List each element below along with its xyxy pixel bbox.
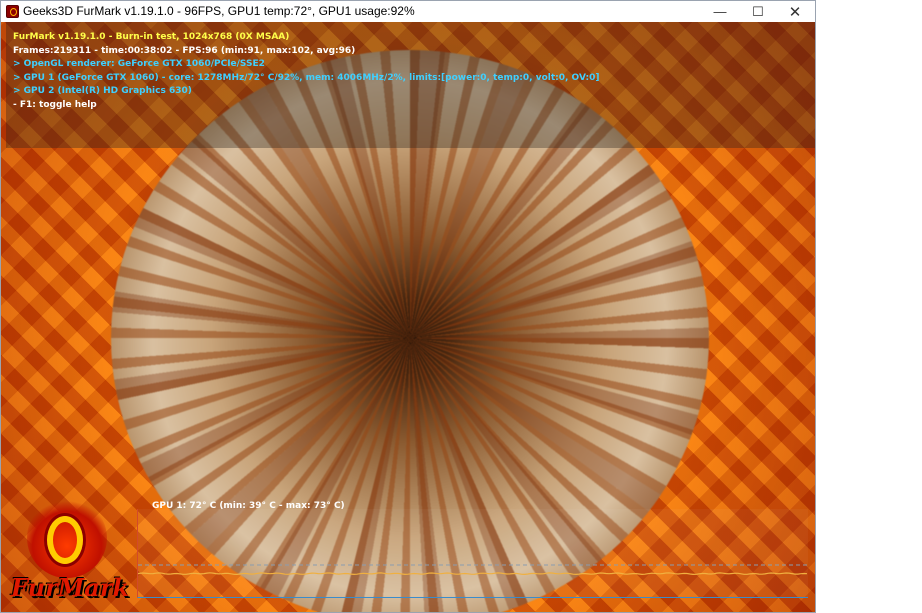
temperature-plot	[138, 564, 808, 576]
hud-gpu1-line: > GPU 1 (GeForce GTX 1060) - core: 1278M…	[13, 72, 600, 83]
hud-text: FurMark v1.19.1.0 - Burn-in test, 1024x7…	[13, 31, 600, 112]
logo-ring-icon	[47, 516, 83, 564]
window-title: Geeks3D FurMark v1.19.1.0 - 96FPS, GPU1 …	[23, 4, 415, 18]
hud-overlay: FurMark v1.19.1.0 - Burn-in test, 1024x7…	[6, 22, 815, 148]
hud-renderer-line: > OpenGL renderer: GeForce GTX 1060/PCIe…	[13, 59, 265, 69]
close-button[interactable]: ✕	[776, 1, 814, 22]
maximize-button[interactable]: ☐	[739, 1, 777, 22]
hud-frames-line: Frames:219311 - time:00:38:02 - FPS:96 (…	[13, 45, 356, 56]
temperature-line	[138, 572, 808, 576]
hud-help-line: - F1: toggle help	[13, 99, 97, 110]
furmark-app-icon[interactable]	[6, 5, 19, 18]
minimize-button[interactable]: —	[701, 1, 739, 22]
gpu-temperature-graph: GPU 1: 72° C (min: 39° C - max: 73° C)	[137, 501, 808, 598]
hud-gpu2-line: > GPU 2 (Intel(R) HD Graphics 630)	[13, 86, 192, 96]
hud-version-line: FurMark v1.19.1.0 - Burn-in test, 1024x7…	[13, 32, 290, 42]
furmark-window: Geeks3D FurMark v1.19.1.0 - 96FPS, GPU1 …	[0, 0, 816, 613]
logo-text: FurMark	[11, 573, 130, 602]
title-bar[interactable]: Geeks3D FurMark v1.19.1.0 - 96FPS, GPU1 …	[1, 1, 815, 22]
furmark-logo: FurMark	[7, 498, 130, 608]
render-viewport[interactable]: FurMark v1.19.1.0 - Burn-in test, 1024x7…	[1, 22, 815, 612]
